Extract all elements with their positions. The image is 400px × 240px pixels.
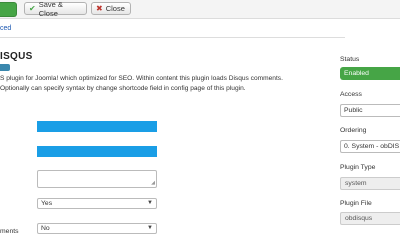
- save-button[interactable]: [0, 2, 17, 17]
- status-label: Status: [340, 56, 360, 63]
- description-line-1: S plugin for Joomla! which optimized for…: [0, 75, 283, 82]
- description-line-2: Optionally can specify syntax by change …: [0, 85, 246, 92]
- access-value: Public: [344, 107, 363, 114]
- save-close-button[interactable]: ✔ Save & Close: [24, 0, 87, 18]
- check-icon: ✔: [29, 3, 36, 13]
- save-close-label: Save & Close: [38, 0, 63, 18]
- plugin-type-label: Plugin Type: [340, 164, 376, 171]
- ordering-select[interactable]: 0. System - obDIS: [340, 140, 400, 153]
- plugin-description: S plugin for Joomla! which optimized for…: [0, 74, 318, 94]
- tab-advanced[interactable]: ced: [0, 25, 11, 32]
- select-field-2-value: No: [41, 225, 50, 232]
- close-label: Close: [105, 4, 125, 13]
- text-field-2[interactable]: [37, 146, 157, 157]
- ordering-label: Ordering: [340, 127, 367, 134]
- status-value: Enabled: [344, 70, 369, 77]
- plugin-type-value: system: [345, 180, 367, 187]
- plugin-file-field: obdisqus: [340, 212, 400, 225]
- plugin-file-label: Plugin File: [340, 200, 372, 207]
- access-select[interactable]: Public: [340, 104, 400, 117]
- access-label: Access: [340, 91, 362, 98]
- select-field-2[interactable]: No ▼: [37, 223, 157, 234]
- tabs-divider: [0, 37, 345, 38]
- close-icon: ✖: [96, 3, 103, 13]
- textarea-field[interactable]: ◢: [37, 170, 157, 188]
- chevron-down-icon: ▼: [147, 225, 153, 231]
- status-toggle[interactable]: Enabled: [340, 67, 400, 80]
- plugin-title: ISQUS: [0, 51, 33, 62]
- plugin-type-field: system: [340, 177, 400, 190]
- resize-handle-icon[interactable]: ◢: [151, 181, 155, 186]
- select-field-1-value: Yes: [41, 200, 53, 207]
- ordering-value: 0. System - obDIS: [344, 143, 400, 150]
- plugin-badge: [0, 64, 10, 71]
- text-field-1[interactable]: [37, 121, 157, 132]
- field-label-comments: ments: [0, 228, 19, 235]
- chevron-down-icon: ▼: [147, 200, 153, 206]
- plugin-file-value: obdisqus: [345, 215, 373, 222]
- select-field-1[interactable]: Yes ▼: [37, 198, 157, 209]
- close-button[interactable]: ✖ Close: [91, 2, 131, 15]
